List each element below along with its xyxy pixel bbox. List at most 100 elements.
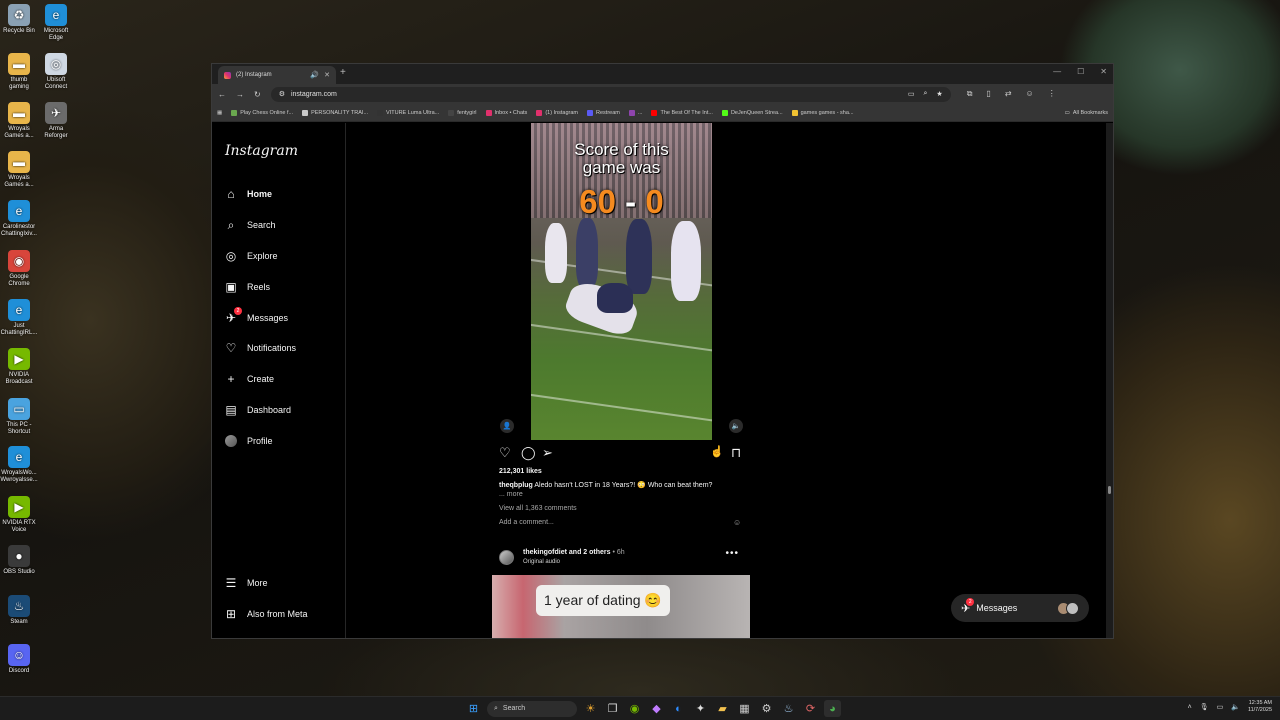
desktop-icon[interactable]: ▶ NVIDIA RTX Voice — [0, 496, 38, 534]
mute-toggle-icon[interactable]: 🔈 — [729, 419, 743, 433]
desktop-icon[interactable]: ▭ This PC - Shortcut — [0, 398, 38, 436]
taskbar-search[interactable]: ⌕ Search — [487, 700, 577, 717]
comment-icon[interactable]: ◯ — [521, 445, 536, 461]
widgets-icon[interactable]: ☀ — [582, 700, 599, 717]
page-scrollbar[interactable] — [1106, 123, 1113, 638]
desktop-icon[interactable]: ◎ Ubisoft Connect — [37, 53, 75, 91]
sidebar-item-explore[interactable]: ◎ Explore — [224, 249, 278, 263]
more-options-icon[interactable]: ••• — [725, 548, 739, 559]
edge-icon[interactable]: ◐ — [670, 700, 687, 717]
desktop-icon[interactable]: e Just ChattingIRL... — [0, 299, 38, 337]
desktop-icon[interactable]: ✈ Arma Reforger — [37, 102, 75, 140]
like-heart-icon[interactable]: ♡ — [499, 445, 511, 461]
network-icon[interactable]: ▭ — [1217, 703, 1224, 711]
bookmark-item[interactable]: The Best Of The Int... — [651, 109, 713, 116]
bookmark-item[interactable]: VITURE Luma Ultra... — [377, 109, 439, 116]
post-video[interactable]: Score of this game was 60 - 0 — [531, 123, 712, 440]
new-tab-button[interactable]: + — [340, 67, 346, 78]
reload-icon[interactable]: ↻ — [254, 90, 261, 99]
copilot-icon[interactable]: ✦ — [692, 700, 709, 717]
sidebar-item-home[interactable]: ⌂ Home — [224, 187, 272, 201]
sidebar-item-reels[interactable]: ▣ Reels — [224, 280, 270, 294]
apps-grid-icon[interactable]: ▦ — [217, 110, 222, 116]
post2-audio[interactable]: Original audio — [523, 559, 560, 565]
bookmark-item[interactable]: Play Chess Online f... — [231, 109, 293, 116]
caption-more-link[interactable]: ... more — [499, 491, 523, 498]
nvidia-icon[interactable]: ◉ — [626, 700, 643, 717]
messages-pill[interactable]: ✈ 2 Messages — [951, 594, 1089, 622]
install-app-icon[interactable]: ▭ — [908, 90, 915, 98]
minimize-icon[interactable]: — — [1053, 67, 1061, 76]
tab-instagram[interactable]: (2) Instagram 🔊 ✕ — [218, 66, 336, 84]
profile-menu-icon[interactable]: ☺ — [1026, 89, 1034, 99]
task-view-icon[interactable]: ❐ — [604, 700, 621, 717]
mic-icon[interactable]: 🎙 — [1200, 703, 1209, 711]
extensions-icon[interactable]: ⧉ — [967, 89, 973, 99]
tab-close-icon[interactable]: ✕ — [324, 71, 330, 79]
bookmark-item[interactable]: PERSONALITY TRAI... — [302, 109, 368, 116]
chrome-icon[interactable]: ◕ — [824, 700, 841, 717]
desktop-icon[interactable]: e WroyalsWo... Wwroyalsse... — [0, 446, 38, 484]
tagged-user-icon[interactable]: 👤 — [500, 419, 514, 433]
caption-username[interactable]: theqbplug — [499, 482, 533, 489]
view-comments-link[interactable]: View all 1,363 comments — [499, 505, 577, 512]
translate-icon[interactable]: ⇄ — [1005, 89, 1012, 99]
sidebar-item-search[interactable]: ⌕ Search — [224, 218, 276, 232]
bookmark-item[interactable]: (1) Instagram — [536, 109, 578, 116]
steam-icon[interactable]: ♨ — [780, 700, 797, 717]
sidebar-item-create[interactable]: + Create — [224, 372, 274, 386]
address-bar[interactable]: ⚙ instagram.com ▭ ⌕ ★ — [270, 86, 951, 102]
desktop-icon[interactable]: e Microsoft Edge — [37, 4, 75, 42]
sidebar-item-also-from-meta[interactable]: ⊞ Also from Meta — [224, 607, 308, 621]
desktop-icon[interactable]: ● OBS Studio — [0, 545, 38, 576]
save-bookmark-icon[interactable]: ⊓ — [731, 445, 741, 461]
emoji-icon[interactable]: ☺ — [733, 518, 741, 527]
start-windows-icon[interactable]: ⊞ — [465, 700, 482, 717]
back-icon[interactable]: ← — [218, 90, 226, 99]
desktop-icon[interactable]: ◉ Google Chrome — [0, 250, 38, 288]
desktop-icon[interactable]: ▬ Wroyals Games a... — [0, 102, 38, 140]
speaker-icon[interactable]: 🔊 — [310, 71, 319, 79]
add-comment-input[interactable]: Add a comment... — [499, 519, 554, 526]
app-icon[interactable]: ◆ — [648, 700, 665, 717]
post2-others[interactable]: and 2 others — [569, 549, 611, 556]
post2-username[interactable]: thekingofdiet — [523, 549, 567, 556]
share-icon[interactable]: ➢ — [542, 445, 553, 461]
desktop-icon[interactable]: ♻ Recycle Bin — [0, 4, 38, 35]
bookmark-item[interactable]: Inbox • Chats — [485, 109, 527, 116]
sidebar-item-dashboard[interactable]: ▤ Dashboard — [224, 403, 291, 417]
desktop-icon[interactable]: ▬ Wroyals Games a... — [0, 151, 38, 189]
volume-icon[interactable]: 🔈 — [1231, 703, 1240, 711]
sidebar-item-messages[interactable]: ✈ 2 Messages — [224, 307, 288, 325]
bookmark-item[interactable]: Restream — [587, 109, 620, 116]
ubisoft-icon[interactable]: ⟳ — [802, 700, 819, 717]
desktop-icon[interactable]: ▶ NVIDIA Broadcast — [0, 348, 38, 386]
zoom-icon[interactable]: ⌕ — [924, 90, 928, 98]
instagram-logo[interactable]: Instagram — [225, 143, 298, 159]
chevron-up-icon[interactable]: ˄ — [1188, 704, 1192, 711]
file-explorer-icon[interactable]: ▰ — [714, 700, 731, 717]
desktop-icon[interactable]: ▬ thumb gaming — [0, 53, 38, 91]
maximize-icon[interactable]: ☐ — [1077, 67, 1084, 76]
scrollbar-thumb[interactable] — [1108, 486, 1111, 494]
window-close-icon[interactable]: ✕ — [1100, 67, 1107, 76]
avatar[interactable] — [499, 550, 514, 565]
sidepanel-icon[interactable]: ▯ — [986, 89, 990, 99]
all-bookmarks-button[interactable]: ▭ All Bookmarks — [1065, 110, 1108, 116]
desktop-icon[interactable]: ♨ Steam — [0, 595, 38, 626]
menu-kebab-icon[interactable]: ⋮ — [1048, 89, 1056, 99]
bookmark-item[interactable]: ... — [628, 109, 642, 116]
bookmark-item[interactable]: DeJenQueen Strea... — [721, 109, 783, 116]
bookmark-item[interactable]: fentygirl — [448, 109, 477, 116]
bookmark-item[interactable]: games games - sha... — [791, 109, 854, 116]
clock[interactable]: 12:35 AM 11/7/2025 — [1248, 700, 1272, 714]
sidebar-item-profile[interactable]: Profile — [224, 434, 273, 448]
forward-icon[interactable]: → — [236, 90, 244, 99]
site-info-icon[interactable]: ⚙ — [279, 90, 285, 98]
bookmark-star-icon[interactable]: ★ — [936, 90, 942, 98]
settings-icon[interactable]: ⚙ — [758, 700, 775, 717]
post2-video[interactable]: 1 year of dating 😊 — [492, 575, 750, 638]
sidebar-item-notifications[interactable]: ♡ Notifications — [224, 341, 296, 355]
desktop-icon[interactable]: e Carolinestor ChattingIxiv... — [0, 200, 38, 238]
likes-count[interactable]: 212,301 likes — [499, 468, 542, 475]
